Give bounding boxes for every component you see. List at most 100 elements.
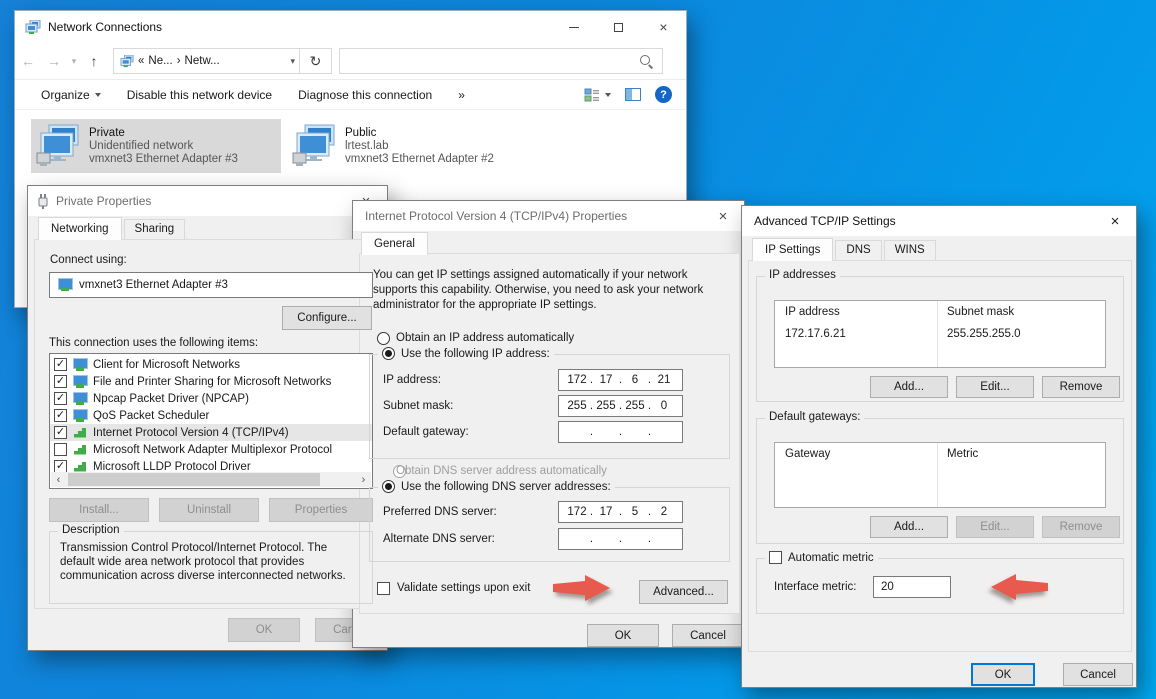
- scrollbar-thumb[interactable]: [68, 473, 320, 486]
- up-button[interactable]: ↑: [81, 53, 107, 69]
- red-arrow-to-interface-metric: [988, 572, 1050, 602]
- install-button[interactable]: Install...: [49, 498, 149, 522]
- preferred-dns-label: Preferred DNS server:: [383, 506, 497, 518]
- default-gateway-label: Default gateway:: [383, 426, 469, 438]
- tab-wins[interactable]: WINS: [884, 240, 936, 260]
- disable-device-command[interactable]: Disable this network device: [127, 88, 272, 102]
- titlebar[interactable]: Network Connections ×: [15, 11, 686, 43]
- gateway-remove-button[interactable]: Remove: [1042, 516, 1120, 538]
- octet: 172: [565, 374, 589, 386]
- adapter-tile-private[interactable]: Private Unidentified network vmxnet3 Eth…: [31, 119, 281, 173]
- diagnose-command[interactable]: Diagnose this connection: [298, 88, 432, 102]
- refresh-button[interactable]: ↻: [299, 49, 331, 73]
- configure-button[interactable]: Configure...: [282, 306, 372, 330]
- advanced-tcpip-dialog: Advanced TCP/IP Settings × IP Settings D…: [741, 205, 1137, 688]
- ip-add-button[interactable]: Add...: [870, 376, 948, 398]
- checkbox[interactable]: ✓: [54, 426, 67, 439]
- uninstall-button[interactable]: Uninstall: [159, 498, 259, 522]
- adapter-name: Private: [89, 127, 238, 139]
- ip-edit-button[interactable]: Edit...: [956, 376, 1034, 398]
- checkbox[interactable]: ✓: [54, 375, 67, 388]
- scroll-left-icon[interactable]: ‹: [51, 474, 66, 486]
- cancel-button[interactable]: Cancel: [672, 624, 744, 647]
- titlebar[interactable]: Private Properties ×: [28, 186, 387, 216]
- change-view-button[interactable]: [584, 88, 611, 102]
- use-dns-radio[interactable]: [382, 480, 395, 493]
- column-header-gateway[interactable]: Gateway: [785, 448, 830, 460]
- use-dns-label: Use the following DNS server addresses:: [401, 481, 611, 493]
- ip-address-field[interactable]: 172. 17. 6. 21: [558, 369, 683, 391]
- gateway-edit-button[interactable]: Edit...: [956, 516, 1034, 538]
- obtain-ip-radio[interactable]: [377, 332, 390, 345]
- interface-metric-field[interactable]: 20: [873, 576, 951, 598]
- gateway-add-button[interactable]: Add...: [870, 516, 948, 538]
- close-icon[interactable]: ×: [1094, 206, 1136, 236]
- more-commands-chevron[interactable]: »: [458, 88, 465, 102]
- forward-button[interactable]: →: [41, 53, 67, 69]
- checkbox[interactable]: ✓: [54, 392, 67, 405]
- column-header-subnet-mask[interactable]: Subnet mask: [947, 306, 1014, 318]
- maximize-button[interactable]: [596, 11, 641, 43]
- connection-list-item-tcpipv4[interactable]: ✓ Internet Protocol Version 4 (TCP/IPv4): [50, 424, 372, 441]
- back-button[interactable]: ←: [15, 53, 41, 69]
- subnet-mask-field[interactable]: 255. 255. 255. 0: [558, 395, 683, 417]
- properties-button[interactable]: Properties: [269, 498, 373, 522]
- column-header-metric[interactable]: Metric: [947, 448, 978, 460]
- breadcrumb-segment[interactable]: Ne...: [148, 55, 172, 67]
- column-header-ip-address[interactable]: IP address: [785, 306, 840, 318]
- horizontal-scrollbar[interactable]: ‹ ›: [51, 472, 371, 487]
- minimize-button[interactable]: [551, 11, 596, 43]
- search-box[interactable]: [339, 48, 663, 74]
- ok-button[interactable]: OK: [228, 618, 300, 642]
- network-adapter-icon: [35, 124, 81, 168]
- validate-checkbox[interactable]: [377, 582, 390, 595]
- network-client-icon: [72, 358, 88, 372]
- adapter-plug-icon: [37, 194, 49, 209]
- titlebar[interactable]: Advanced TCP/IP Settings ×: [742, 206, 1136, 236]
- tab-general[interactable]: General: [361, 232, 428, 255]
- advanced-button[interactable]: Advanced...: [639, 580, 728, 604]
- close-icon[interactable]: ×: [702, 201, 744, 231]
- automatic-metric-checkbox[interactable]: [769, 551, 782, 564]
- checkbox[interactable]: [54, 443, 67, 456]
- connection-item-label: Internet Protocol Version 4 (TCP/IPv4): [93, 427, 289, 439]
- connection-list-item[interactable]: ✓ QoS Packet Scheduler: [50, 407, 372, 424]
- adapter-device: vmxnet3 Ethernet Adapter #2: [345, 153, 494, 165]
- scroll-right-icon[interactable]: ›: [356, 474, 371, 486]
- help-button[interactable]: ?: [655, 86, 672, 103]
- ipv4-properties-dialog: Internet Protocol Version 4 (TCP/IPv4) P…: [352, 200, 745, 648]
- default-gateway-field[interactable]: . . .: [558, 421, 683, 443]
- address-bar[interactable]: « Ne... › Netw... ▾: [114, 49, 299, 73]
- connection-list-item[interactable]: ✓ Npcap Packet Driver (NPCAP): [50, 390, 372, 407]
- ok-button[interactable]: OK: [971, 663, 1035, 686]
- tab-ip-settings[interactable]: IP Settings: [752, 238, 833, 261]
- obtain-dns-label: Obtain DNS server address automatically: [396, 465, 607, 477]
- subnet-mask-cell[interactable]: 255.255.255.0: [947, 328, 1021, 340]
- breadcrumb-segment[interactable]: Netw...: [185, 55, 220, 67]
- recent-locations-dropdown-icon[interactable]: ▾: [67, 56, 81, 67]
- checkbox[interactable]: ✓: [54, 409, 67, 422]
- tab-networking[interactable]: Networking: [38, 217, 122, 240]
- tab-sharing[interactable]: Sharing: [124, 219, 186, 239]
- address-dropdown-icon[interactable]: ▾: [290, 56, 295, 67]
- ip-remove-button[interactable]: Remove: [1042, 376, 1120, 398]
- connection-list-item[interactable]: ✓ Client for Microsoft Networks: [50, 356, 372, 373]
- alternate-dns-label: Alternate DNS server:: [383, 533, 495, 545]
- connection-list-item[interactable]: ✓ File and Printer Sharing for Microsoft…: [50, 373, 372, 390]
- tab-dns[interactable]: DNS: [835, 240, 881, 260]
- close-button[interactable]: ×: [641, 11, 686, 43]
- use-ip-radio[interactable]: [382, 347, 395, 360]
- adapter-network: lrtest.lab: [345, 140, 494, 152]
- alternate-dns-field[interactable]: . . .: [558, 528, 683, 550]
- octet: 0: [652, 400, 676, 412]
- ok-button[interactable]: OK: [587, 624, 659, 647]
- preview-pane-button[interactable]: [625, 88, 641, 101]
- connection-list-item[interactable]: Microsoft Network Adapter Multiplexor Pr…: [50, 441, 372, 458]
- titlebar[interactable]: Internet Protocol Version 4 (TCP/IPv4) P…: [353, 201, 744, 231]
- organize-menu[interactable]: Organize: [41, 88, 101, 102]
- ip-address-cell[interactable]: 172.17.6.21: [785, 328, 846, 340]
- cancel-button[interactable]: Cancel: [1063, 663, 1133, 686]
- adapter-tile-public[interactable]: Public lrtest.lab vmxnet3 Ethernet Adapt…: [287, 119, 549, 173]
- preferred-dns-field[interactable]: 172. 17. 5. 2: [558, 501, 683, 523]
- checkbox[interactable]: ✓: [54, 358, 67, 371]
